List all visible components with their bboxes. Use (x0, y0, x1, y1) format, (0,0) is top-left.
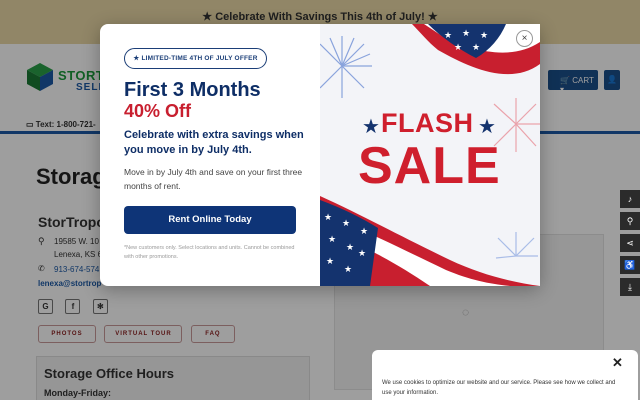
bell-icon[interactable]: ♪ (620, 190, 640, 208)
offer-badge: ★ LIMITED-TIME 4TH OF JULY OFFER (124, 48, 267, 69)
accessibility-icon[interactable]: ♿ (620, 256, 640, 274)
svg-text:★: ★ (362, 114, 380, 138)
offer-fine-print: *New customers only. Select locations an… (124, 245, 295, 260)
svg-text:★: ★ (444, 31, 452, 41)
svg-text:★: ★ (472, 43, 480, 53)
offer-lead-text: Celebrate with extra savings when you mo… (124, 129, 304, 156)
cookie-banner: We use cookies to optimize our website a… (372, 350, 638, 400)
download-icon[interactable]: ⤓ (620, 278, 640, 296)
svg-text:★: ★ (342, 219, 350, 229)
svg-text:★: ★ (358, 249, 366, 259)
svg-text:★: ★ (326, 257, 334, 267)
location-icon[interactable]: ⚲ (620, 212, 640, 230)
svg-text:★: ★ (360, 227, 368, 237)
svg-text:★: ★ (454, 43, 462, 53)
side-toolbar: ♪ ⚲ ⋖ ♿ ⤓ (620, 190, 640, 300)
cookie-close-icon[interactable]: ✕ (612, 355, 623, 371)
svg-text:★: ★ (324, 213, 332, 223)
offer-body-text: Move in by July 4th and save on your fir… (124, 167, 303, 191)
cookie-text: We use cookies to optimize our website a… (382, 380, 616, 396)
svg-text:★: ★ (480, 31, 488, 41)
svg-text:★: ★ (462, 29, 470, 39)
sale-word: SALE (358, 137, 501, 195)
svg-text:★: ★ (344, 265, 352, 275)
svg-text:★: ★ (346, 243, 354, 253)
offer-headline: First 3 Months (124, 79, 261, 101)
share-icon[interactable]: ⋖ (620, 234, 640, 252)
flash-word: FLASH (381, 108, 474, 138)
rent-online-button[interactable]: Rent Online Today (124, 206, 296, 234)
modal-close-icon[interactable]: × (516, 30, 533, 47)
offer-discount: 40% Off (124, 101, 192, 121)
svg-text:★: ★ (328, 235, 336, 245)
svg-text:★: ★ (478, 114, 496, 138)
